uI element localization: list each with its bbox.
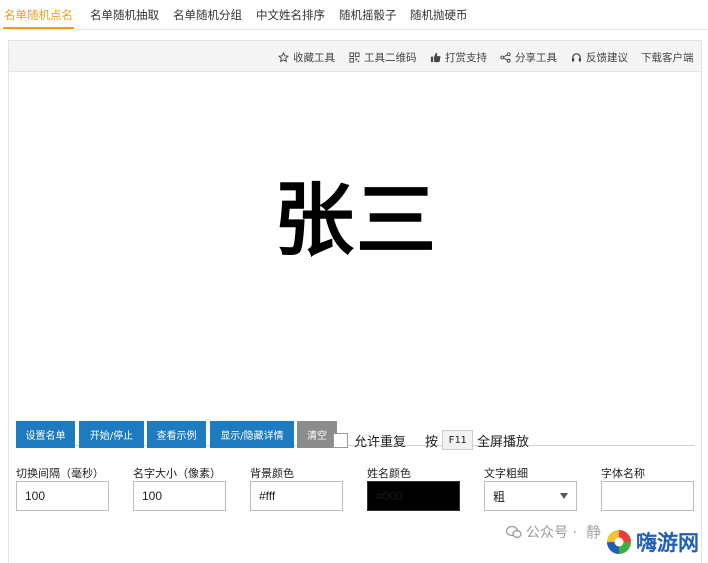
font-label: 字体名称 xyxy=(601,467,645,480)
fullscreen-label: 全屏播放 xyxy=(477,435,530,450)
tab-dice[interactable]: 随机摇骰子 xyxy=(339,7,397,23)
font-input[interactable] xyxy=(601,481,694,511)
interval-label: 切换间隔（毫秒） xyxy=(16,467,104,480)
qrcode-button[interactable]: 工具二维码 xyxy=(349,50,417,65)
size-input[interactable] xyxy=(133,481,226,511)
bg-color-label: 背景颜色 xyxy=(250,467,294,480)
star-icon xyxy=(278,52,289,63)
tab-bar: 名单随机点名 名单随机抽取 名单随机分组 中文姓名排序 随机摇骰子 随机抛硬币 xyxy=(0,0,708,30)
interval-input[interactable] xyxy=(16,481,109,511)
active-tab-indicator xyxy=(3,27,74,29)
size-label: 名字大小（像素） xyxy=(133,467,221,480)
qrcode-icon xyxy=(349,52,360,63)
tab-coin[interactable]: 随机抛硬币 xyxy=(410,7,468,23)
weight-select-value: 粗 xyxy=(493,489,506,504)
toggle-detail-button[interactable]: 显示/隐藏详情 xyxy=(210,421,294,448)
tab-random-call[interactable]: 名单随机点名 xyxy=(4,7,73,23)
name-color-label: 姓名颜色 xyxy=(367,467,411,480)
tab-name-sort[interactable]: 中文姓名排序 xyxy=(256,7,325,23)
chevron-down-icon xyxy=(560,493,568,499)
bg-color-input[interactable] xyxy=(250,481,343,511)
thumbs-up-icon xyxy=(430,52,441,63)
share-icon xyxy=(500,52,511,63)
wechat-icon xyxy=(506,525,522,538)
name-display: 张三 xyxy=(274,174,438,267)
tab-random-group[interactable]: 名单随机分组 xyxy=(173,7,242,23)
set-names-button[interactable]: 设置名单 xyxy=(16,421,75,448)
site-logo: 嗨游网 xyxy=(606,523,706,561)
example-button[interactable]: 查看示例 xyxy=(147,421,206,448)
download-client-button[interactable]: 下载客户端 xyxy=(641,50,694,65)
wechat-account-name: 静 xyxy=(586,523,602,541)
clear-button[interactable]: 清空 xyxy=(297,421,337,448)
start-stop-button[interactable]: 开始/停止 xyxy=(79,421,144,448)
tip-button[interactable]: 打赏支持 xyxy=(430,50,487,65)
allow-repeat-label: 允许重复 xyxy=(354,435,407,450)
share-button[interactable]: 分享工具 xyxy=(500,50,557,65)
logo-mark-icon xyxy=(607,530,631,554)
press-label: 按 xyxy=(425,435,439,450)
weight-select[interactable]: 粗 xyxy=(484,481,577,511)
toolbar: 收藏工具 工具二维码 打赏支持 分享工具 反馈建议 下载客户端 xyxy=(9,41,701,72)
tab-random-draw[interactable]: 名单随机抽取 xyxy=(90,7,159,23)
favorite-button[interactable]: 收藏工具 xyxy=(278,50,335,65)
f11-key: F11 xyxy=(442,430,473,450)
allow-repeat-checkbox[interactable] xyxy=(333,433,348,448)
name-color-input[interactable] xyxy=(367,481,460,511)
main-panel: 收藏工具 工具二维码 打赏支持 分享工具 反馈建议 下载客户端 张三 xyxy=(8,40,702,563)
wechat-watermark: 公众号 · xyxy=(506,522,577,542)
weight-label: 文字粗细 xyxy=(484,467,528,480)
headset-icon xyxy=(571,53,582,62)
feedback-button[interactable]: 反馈建议 xyxy=(571,50,628,65)
